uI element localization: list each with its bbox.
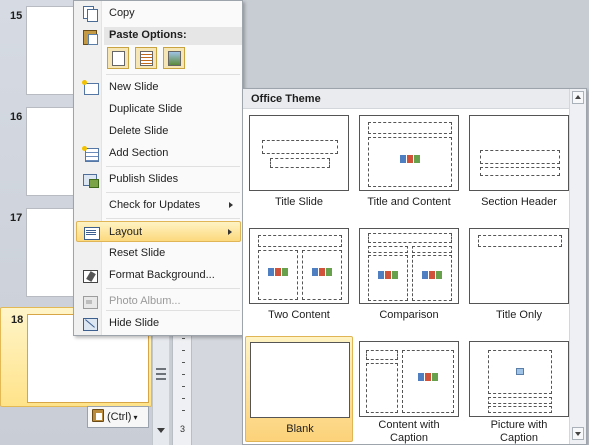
paste-source-icon bbox=[140, 51, 153, 66]
content-placeholder-icon bbox=[400, 154, 420, 166]
submenu-arrow-icon bbox=[229, 202, 233, 208]
layout-label-line: Picture with bbox=[490, 419, 548, 431]
menu-item-label: Delete Slide bbox=[109, 125, 169, 137]
layout-label: Comparison bbox=[379, 309, 439, 321]
layout-preview bbox=[249, 228, 349, 304]
copy-icon bbox=[82, 6, 98, 22]
layout-title-only[interactable]: Title Only bbox=[465, 223, 573, 329]
dropdown-arrow-icon: ▾ bbox=[133, 413, 138, 422]
context-menu: Copy Paste Options: New Slide Duplicate … bbox=[73, 0, 243, 336]
slide-number: 17 bbox=[10, 212, 23, 224]
menu-item-new-slide[interactable]: New Slide bbox=[76, 77, 241, 98]
menu-item-label: Publish Slides bbox=[109, 173, 179, 185]
menu-item-label: Copy bbox=[109, 7, 135, 19]
paste-options-label: Paste Options: bbox=[109, 29, 187, 41]
layout-preview bbox=[359, 228, 459, 304]
content-placeholder-icon bbox=[268, 267, 288, 279]
add-section-icon bbox=[82, 146, 99, 162]
layout-preview bbox=[469, 341, 569, 417]
menu-item-label: Check for Updates bbox=[109, 199, 201, 211]
paste-icon bbox=[82, 29, 98, 45]
layout-preview bbox=[249, 115, 349, 191]
layout-label: Two Content bbox=[268, 309, 330, 321]
menu-item-add-section[interactable]: Add Section bbox=[76, 143, 241, 164]
content-placeholder-icon bbox=[418, 372, 438, 384]
layout-title-slide[interactable]: Title Slide bbox=[245, 110, 353, 216]
scroll-down-icon[interactable] bbox=[572, 427, 584, 440]
layout-gallery: Office Theme Title Slide Title and Conte… bbox=[242, 88, 587, 445]
menu-item-label: Format Background... bbox=[109, 269, 215, 281]
layout-label: Title Slide bbox=[275, 196, 323, 208]
layout-preview bbox=[359, 341, 459, 417]
menu-item-photo-album: Photo Album... bbox=[76, 291, 241, 312]
layout-label: Title and Content bbox=[367, 196, 451, 208]
menu-item-check-for-updates[interactable]: Check for Updates bbox=[76, 195, 241, 216]
layout-two-content[interactable]: Two Content bbox=[245, 223, 353, 329]
layout-picture-with-caption[interactable]: Picture with Caption bbox=[465, 336, 573, 445]
format-background-icon bbox=[82, 268, 98, 283]
scroll-down-arrow-icon[interactable] bbox=[157, 428, 165, 433]
content-placeholder-icon bbox=[378, 270, 398, 282]
photo-album-icon bbox=[82, 294, 98, 309]
slide-number: 15 bbox=[10, 10, 23, 22]
menu-item-layout[interactable]: Layout bbox=[76, 221, 241, 242]
layout-comparison[interactable]: Comparison bbox=[355, 223, 463, 329]
layout-preview bbox=[359, 115, 459, 191]
menu-item-label: Photo Album... bbox=[109, 295, 181, 307]
menu-item-label: Hide Slide bbox=[109, 317, 160, 329]
layout-title-and-content[interactable]: Title and Content bbox=[355, 110, 463, 216]
layout-preview bbox=[250, 342, 350, 418]
slide-number: 16 bbox=[10, 111, 23, 123]
menu-item-format-background[interactable]: Format Background... bbox=[76, 265, 241, 286]
content-placeholder-icon bbox=[312, 267, 332, 279]
publish-slides-icon bbox=[82, 172, 99, 188]
clipboard-icon bbox=[92, 409, 104, 422]
paste-format-icon bbox=[112, 51, 125, 66]
layout-preview bbox=[469, 115, 569, 191]
menu-item-reset-slide[interactable]: Reset Slide bbox=[76, 243, 241, 264]
menu-item-label: Add Section bbox=[109, 147, 169, 159]
menu-item-label: Duplicate Slide bbox=[109, 103, 183, 115]
layout-preview bbox=[469, 228, 569, 304]
picture-placeholder-icon bbox=[516, 368, 524, 375]
menu-item-hide-slide[interactable]: Hide Slide bbox=[76, 313, 241, 334]
menu-item-label: New Slide bbox=[109, 81, 159, 93]
menu-item-duplicate-slide[interactable]: Duplicate Slide bbox=[76, 99, 241, 120]
layout-label: Picture with Caption bbox=[465, 419, 573, 445]
layout-label-line: Caption bbox=[390, 432, 428, 444]
scroll-up-icon[interactable] bbox=[572, 91, 584, 104]
paste-keep-source-formatting-button[interactable] bbox=[135, 47, 157, 69]
hide-slide-icon bbox=[82, 316, 98, 331]
layout-label-line: Caption bbox=[500, 432, 538, 444]
layout-label: Section Header bbox=[481, 196, 557, 208]
menu-item-copy[interactable]: Copy bbox=[76, 3, 241, 24]
paste-picture-button[interactable] bbox=[163, 47, 185, 69]
paste-picture-icon bbox=[168, 51, 181, 66]
ruler-number: 3 bbox=[180, 424, 186, 434]
gallery-title: Office Theme bbox=[251, 93, 321, 105]
paste-use-destination-theme-button[interactable] bbox=[107, 47, 129, 69]
layout-section-header[interactable]: Section Header bbox=[465, 110, 573, 216]
new-slide-icon bbox=[82, 80, 99, 95]
paste-options-tag[interactable]: (Ctrl) ▾ bbox=[87, 406, 149, 428]
layout-blank[interactable]: Blank bbox=[245, 336, 353, 442]
scroll-grip-icon[interactable] bbox=[156, 368, 166, 380]
layout-label-line: Content with bbox=[378, 419, 440, 431]
paste-options-header: Paste Options: bbox=[104, 27, 242, 45]
layout-icon bbox=[83, 225, 100, 240]
menu-item-label: Reset Slide bbox=[109, 247, 166, 259]
content-placeholder-icon bbox=[422, 270, 442, 282]
layout-label: Blank bbox=[286, 423, 314, 435]
layout-label: Content with Caption bbox=[355, 419, 463, 445]
layout-label: Title Only bbox=[495, 309, 543, 321]
layout-content-with-caption[interactable]: Content with Caption bbox=[355, 336, 463, 445]
menu-item-label: Layout bbox=[109, 226, 143, 238]
paste-tag-label: (Ctrl) bbox=[107, 411, 132, 423]
submenu-arrow-icon bbox=[228, 229, 232, 235]
menu-item-delete-slide[interactable]: Delete Slide bbox=[76, 121, 241, 142]
gallery-header: Office Theme bbox=[243, 89, 569, 109]
menu-item-publish-slides[interactable]: Publish Slides bbox=[76, 169, 241, 190]
slide-number: 18 bbox=[11, 314, 24, 326]
